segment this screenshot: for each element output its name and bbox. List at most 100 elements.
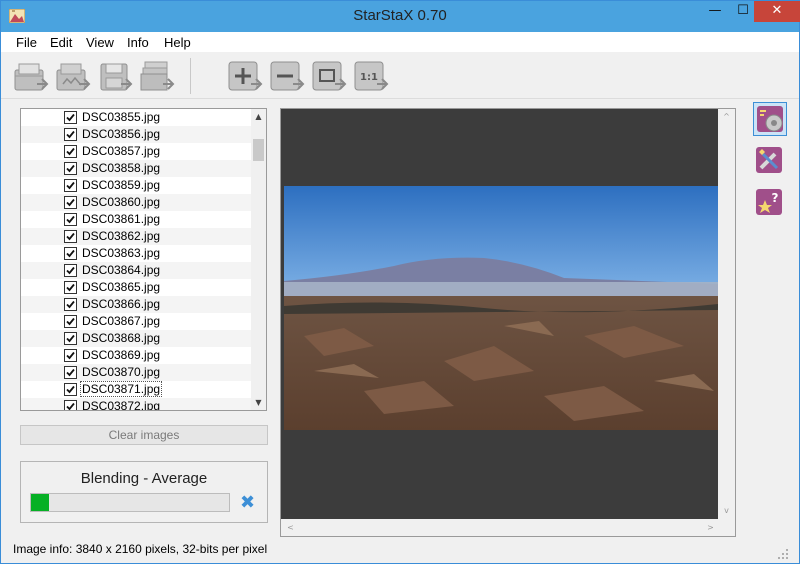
open-images-button[interactable] <box>13 58 49 94</box>
file-name: DSC03871.jpg <box>79 381 163 397</box>
file-checkbox[interactable] <box>64 196 77 209</box>
file-name: DSC03867.jpg <box>82 314 161 328</box>
blending-settings-icon <box>757 106 783 132</box>
svg-text:?: ? <box>772 191 779 205</box>
zoom-out-button[interactable] <box>269 58 305 94</box>
help-star-button[interactable]: ? <box>753 186 787 220</box>
scroll-down-arrow[interactable]: ▼ <box>251 395 266 410</box>
file-checkbox[interactable] <box>64 145 77 158</box>
viewer-scroll-up-arrow[interactable]: ^ <box>718 109 735 124</box>
file-list-item[interactable]: DSC03870.jpg <box>21 364 252 381</box>
file-name: DSC03864.jpg <box>82 263 161 277</box>
scroll-thumb[interactable] <box>253 139 264 161</box>
menu-edit[interactable]: Edit <box>50 35 72 50</box>
file-list-item[interactable]: DSC03859.jpg <box>21 177 252 194</box>
file-checkbox[interactable] <box>64 281 77 294</box>
file-checkbox[interactable] <box>64 332 77 345</box>
menu-help[interactable]: Help <box>164 35 191 50</box>
file-list-item[interactable]: DSC03867.jpg <box>21 313 252 330</box>
zoom-in-button[interactable] <box>227 58 263 94</box>
file-list-item[interactable]: DSC03858.jpg <box>21 160 252 177</box>
checkmark-icon <box>66 317 75 326</box>
file-list[interactable]: DSC03855.jpg DSC03856.jpg DSC03857.jpg DSC0… <box>20 108 267 411</box>
menu-file[interactable]: File <box>16 35 37 50</box>
file-name: DSC03872.jpg <box>82 399 161 411</box>
file-list-item[interactable]: DSC03872.jpg <box>21 398 252 411</box>
title-bar[interactable]: StarStaX 0.70 — ☐ ✕ <box>1 1 800 32</box>
checkmark-icon <box>66 351 75 360</box>
cancel-icon[interactable]: ✖ <box>240 492 255 513</box>
file-name: DSC03859.jpg <box>82 178 161 192</box>
menu-view[interactable]: View <box>86 35 114 50</box>
toolbar-separator <box>190 58 191 94</box>
window-title: StarStaX 0.70 <box>353 7 447 24</box>
viewer-scroll-down-arrow[interactable]: v <box>718 503 735 518</box>
checkmark-icon <box>66 402 75 410</box>
menu-info[interactable]: Info <box>127 35 149 50</box>
preview-image <box>284 186 718 430</box>
file-list-item[interactable]: DSC03865.jpg <box>21 279 252 296</box>
file-list-item[interactable]: DSC03864.jpg <box>21 262 252 279</box>
zoom-in-icon <box>228 61 263 91</box>
actual-size-button[interactable]: 1:1 <box>353 58 389 94</box>
file-list-item[interactable]: DSC03857.jpg <box>21 143 252 160</box>
file-name: DSC03865.jpg <box>82 280 161 294</box>
file-checkbox[interactable] <box>64 298 77 311</box>
save-image-button[interactable] <box>97 58 133 94</box>
minimize-button[interactable]: — <box>701 1 729 22</box>
viewer-vertical-scrollbar[interactable]: ^ v <box>718 109 735 520</box>
close-button[interactable]: ✕ <box>754 1 800 22</box>
file-checkbox[interactable] <box>64 349 77 362</box>
file-list-item[interactable]: DSC03862.jpg <box>21 228 252 245</box>
file-checkbox[interactable] <box>64 111 77 124</box>
scroll-up-arrow[interactable]: ▲ <box>251 109 266 124</box>
blending-mode-label: Blending - Average <box>80 470 208 487</box>
file-name: DSC03855.jpg <box>82 110 161 124</box>
file-checkbox[interactable] <box>64 162 77 175</box>
help-star-icon: ? <box>756 189 782 215</box>
blending-settings-button[interactable] <box>753 102 787 136</box>
fit-to-window-button[interactable] <box>311 58 347 94</box>
file-list-item[interactable]: DSC03871.jpg <box>21 381 252 398</box>
file-list-item[interactable]: DSC03860.jpg <box>21 194 252 211</box>
file-checkbox[interactable] <box>64 264 77 277</box>
preferences-tools-button[interactable] <box>753 144 787 178</box>
file-checkbox[interactable] <box>64 366 77 379</box>
file-checkbox[interactable] <box>64 213 77 226</box>
image-info-text: Image info: 3840 x 2160 pixels, 32-bits … <box>13 542 268 556</box>
file-checkbox[interactable] <box>64 179 77 192</box>
checkmark-icon <box>66 266 75 275</box>
file-checkbox[interactable] <box>64 383 77 396</box>
actual-size-icon: 1:1 <box>354 61 389 91</box>
file-checkbox[interactable] <box>64 230 77 243</box>
file-checkbox[interactable] <box>64 315 77 328</box>
file-name: DSC03856.jpg <box>82 127 161 141</box>
file-checkbox[interactable] <box>64 400 77 410</box>
file-name: DSC03862.jpg <box>82 229 161 243</box>
file-list-item[interactable]: DSC03869.jpg <box>21 347 252 364</box>
progress-fill <box>31 494 49 511</box>
file-list-item[interactable]: DSC03866.jpg <box>21 296 252 313</box>
start-processing-button[interactable] <box>139 58 175 94</box>
open-dark-frames-button[interactable] <box>55 58 91 94</box>
file-checkbox[interactable] <box>64 247 77 260</box>
viewer-scroll-left-arrow[interactable]: < <box>283 520 298 535</box>
file-list-item[interactable]: DSC03863.jpg <box>21 245 252 262</box>
viewer-scroll-right-arrow[interactable]: > <box>703 520 718 535</box>
start-processing-icon <box>140 61 175 91</box>
file-list-item[interactable]: DSC03856.jpg <box>21 126 252 143</box>
open-images-icon <box>14 63 49 91</box>
file-list-item[interactable]: DSC03861.jpg <box>21 211 252 228</box>
resize-grip-icon[interactable] <box>777 548 789 560</box>
maximize-button[interactable]: ☐ <box>729 1 757 22</box>
preferences-tools-icon <box>756 147 782 173</box>
file-list-scrollbar[interactable]: ▲ ▼ <box>251 109 266 410</box>
file-list-item[interactable]: DSC03868.jpg <box>21 330 252 347</box>
file-list-item[interactable]: DSC03855.jpg <box>21 109 252 126</box>
file-name: DSC03866.jpg <box>82 297 161 311</box>
file-checkbox[interactable] <box>64 128 77 141</box>
clear-images-button[interactable]: Clear images <box>20 425 268 445</box>
image-viewer[interactable]: ^ v < > <box>280 108 736 537</box>
viewer-horizontal-scrollbar[interactable]: < > <box>281 519 718 536</box>
file-name: DSC03870.jpg <box>82 365 161 379</box>
